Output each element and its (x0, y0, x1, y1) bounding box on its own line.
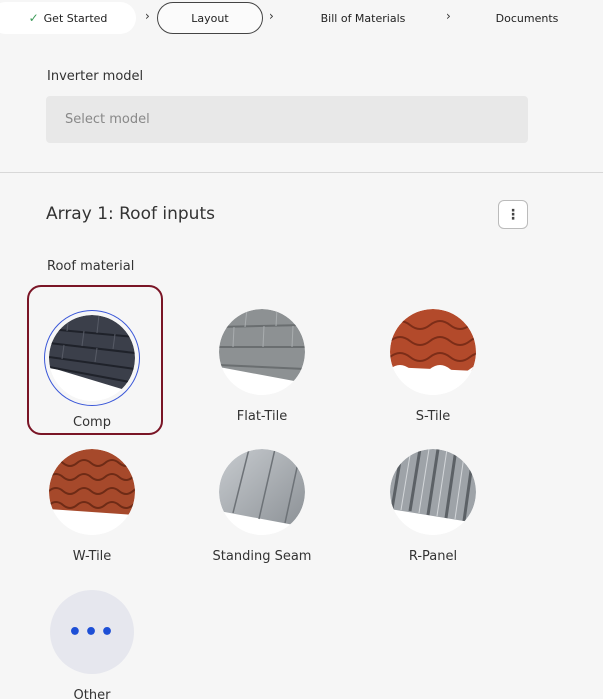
material-label: Standing Seam (212, 549, 312, 564)
chevron-right-icon: › (145, 9, 150, 23)
array-title: Array 1: Roof inputs (46, 204, 215, 224)
step-get-started[interactable]: ✓ Get Started (0, 2, 136, 34)
step-documents[interactable]: Documents (482, 2, 572, 34)
section-divider (0, 172, 603, 173)
material-option-w-tile[interactable]: W-Tile (22, 449, 162, 564)
step-label: Layout (191, 11, 229, 25)
material-label: Comp (73, 415, 111, 430)
material-option-comp[interactable]: Comp (22, 315, 162, 430)
material-label: R-Panel (408, 549, 458, 564)
material-option-r-panel[interactable]: R-Panel (363, 449, 503, 564)
material-label: Other (73, 688, 111, 699)
step-label: Bill of Materials (320, 11, 406, 25)
w-tile-icon (49, 449, 135, 535)
material-option-flat-tile[interactable]: Flat-Tile (192, 309, 332, 424)
step-label: Documents (495, 11, 559, 25)
more-dots-icon: ••• (50, 590, 134, 674)
material-label: Flat-Tile (236, 409, 288, 424)
material-option-standing-seam[interactable]: Standing Seam (192, 449, 332, 564)
chevron-right-icon: › (446, 9, 451, 23)
standing-seam-icon (219, 449, 305, 535)
flat-tile-icon (219, 309, 305, 395)
solar-design-page: ✓ Get Started › Layout › Bill of Materia… (0, 0, 603, 699)
material-label: S-Tile (415, 409, 451, 424)
step-layout[interactable]: Layout (157, 2, 263, 34)
material-option-s-tile[interactable]: S-Tile (363, 309, 503, 424)
s-tile-icon (390, 309, 476, 395)
step-bill-of-materials[interactable]: Bill of Materials (305, 2, 421, 34)
chevron-right-icon: › (269, 9, 274, 23)
array-menu-button[interactable]: ⋮ (498, 200, 528, 229)
inverter-model-label: Inverter model (47, 69, 144, 84)
progress-stepper: ✓ Get Started › Layout › Bill of Materia… (0, 0, 603, 37)
r-panel-icon (390, 449, 476, 535)
inverter-model-placeholder: Select model (65, 112, 150, 127)
kebab-menu-icon: ⋮ (506, 206, 520, 223)
material-option-other[interactable]: ••• Other (22, 590, 162, 699)
check-icon: ✓ (28, 11, 39, 25)
step-label: Get Started (43, 11, 108, 25)
roof-material-label: Roof material (47, 259, 135, 274)
inverter-model-select[interactable]: Select model (46, 96, 528, 143)
material-label: W-Tile (72, 549, 112, 564)
comp-shingle-icon (49, 315, 135, 401)
